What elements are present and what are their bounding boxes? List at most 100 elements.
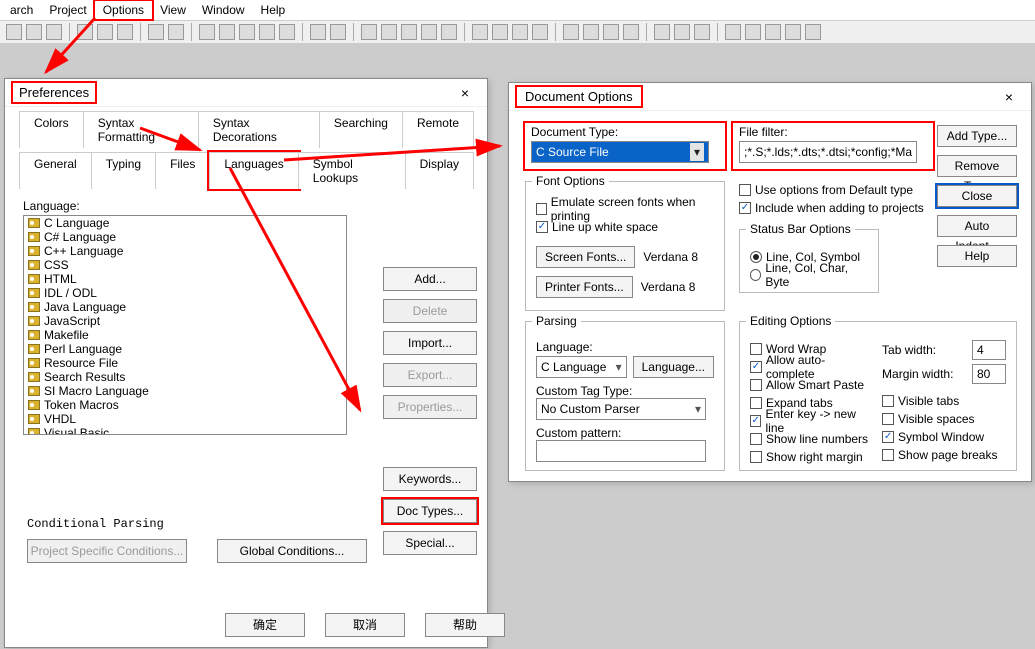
toolbar-icon[interactable] — [441, 24, 457, 40]
parse-language-select[interactable]: C Language — [536, 356, 627, 378]
tab-languages[interactable]: Languages — [209, 152, 298, 189]
special-button[interactable]: Special... — [383, 531, 477, 555]
remove-type-button[interactable]: Remove Type — [937, 155, 1017, 177]
menu-view[interactable]: View — [152, 1, 194, 19]
toolbar-icon[interactable] — [239, 24, 255, 40]
visible-tabs-checkbox[interactable]: Visible tabs — [882, 392, 1006, 410]
add-button[interactable]: Add... — [383, 267, 477, 291]
list-item[interactable]: Search Results — [24, 370, 346, 384]
list-item[interactable]: CSS — [24, 258, 346, 272]
list-item[interactable]: C# Language — [24, 230, 346, 244]
custom-tag-select[interactable]: No Custom Parser — [536, 398, 706, 420]
page-breaks-checkbox[interactable]: Show page breaks — [882, 446, 1006, 464]
keywords-button[interactable]: Keywords... — [383, 467, 477, 491]
list-item[interactable]: Visual Basic — [24, 426, 346, 435]
global-conditions-button[interactable]: Global Conditions... — [217, 539, 367, 563]
menu-project[interactable]: Project — [41, 1, 94, 19]
menu-options[interactable]: Options — [95, 1, 152, 19]
tab-general[interactable]: General — [19, 152, 92, 189]
symbol-window-checkbox[interactable]: ✓Symbol Window — [882, 428, 1006, 446]
list-item[interactable]: JavaScript — [24, 314, 346, 328]
tab-syntax-decorations[interactable]: Syntax Decorations — [198, 111, 320, 148]
toolbar-icon[interactable] — [654, 24, 670, 40]
toolbar-icon[interactable] — [97, 24, 113, 40]
toolbar-icon[interactable] — [279, 24, 295, 40]
toolbar-icon[interactable] — [785, 24, 801, 40]
list-item[interactable]: C Language — [24, 216, 346, 230]
toolbar-icon[interactable] — [805, 24, 821, 40]
toolbar-icon[interactable] — [259, 24, 275, 40]
menu-window[interactable]: Window — [194, 1, 253, 19]
delete-button[interactable]: Delete — [383, 299, 477, 323]
toolbar-icon[interactable] — [168, 24, 184, 40]
list-item[interactable]: SI Macro Language — [24, 384, 346, 398]
toolbar-icon[interactable] — [117, 24, 133, 40]
smartpaste-checkbox[interactable]: Allow Smart Paste — [750, 376, 872, 394]
toolbar-icon[interactable] — [745, 24, 761, 40]
list-item[interactable]: Token Macros — [24, 398, 346, 412]
import-button[interactable]: Import... — [383, 331, 477, 355]
toolbar-icon[interactable] — [694, 24, 710, 40]
doctype-select[interactable]: C Source File ▾ — [531, 141, 709, 163]
file-filter-input[interactable]: ;*.S;*.lds;*.dts;*.dtsi;*config;*Makefil… — [739, 141, 917, 163]
visible-spaces-checkbox[interactable]: Visible spaces — [882, 410, 1006, 428]
tab-width-input[interactable] — [972, 340, 1006, 360]
ok-button[interactable]: 确定 — [225, 613, 305, 637]
toolbar-icon[interactable] — [472, 24, 488, 40]
menu-help[interactable]: Help — [253, 1, 294, 19]
toolbar-icon[interactable] — [765, 24, 781, 40]
toolbar-icon[interactable] — [725, 24, 741, 40]
toolbar-icon[interactable] — [512, 24, 528, 40]
toolbar-icon[interactable] — [381, 24, 397, 40]
list-item[interactable]: IDL / ODL — [24, 286, 346, 300]
tab-searching[interactable]: Searching — [319, 111, 403, 148]
toolbar-icon[interactable] — [563, 24, 579, 40]
toolbar-icon[interactable] — [199, 24, 215, 40]
tab-colors[interactable]: Colors — [19, 111, 84, 148]
help-button[interactable]: 帮助 — [425, 613, 505, 637]
toolbar-icon[interactable] — [674, 24, 690, 40]
toolbar-icon[interactable] — [310, 24, 326, 40]
toolbar-icon[interactable] — [492, 24, 508, 40]
add-type-button[interactable]: Add Type... — [937, 125, 1017, 147]
parse-language-button[interactable]: Language... — [633, 356, 714, 378]
toolbar-icon[interactable] — [46, 24, 62, 40]
list-item[interactable]: Makefile — [24, 328, 346, 342]
list-item[interactable]: VHDL — [24, 412, 346, 426]
cancel-button[interactable]: 取消 — [325, 613, 405, 637]
custom-pattern-input[interactable] — [536, 440, 706, 462]
project-conditions-button[interactable]: Project Specific Conditions... — [27, 539, 187, 563]
toolbar-icon[interactable] — [148, 24, 164, 40]
emulate-fonts-checkbox[interactable]: Emulate screen fonts when printing — [536, 200, 714, 218]
doc-help-button[interactable]: Help — [937, 245, 1017, 267]
menu-search[interactable]: arch — [2, 1, 41, 19]
close-icon[interactable]: × — [995, 89, 1023, 105]
status-radio-2[interactable]: Line, Col, Char, Byte — [750, 266, 868, 284]
rightmargin-checkbox[interactable]: Show right margin — [750, 448, 872, 466]
tab-symbol-lookups[interactable]: Symbol Lookups — [298, 152, 406, 189]
toolbar-icon[interactable] — [361, 24, 377, 40]
list-item[interactable]: Perl Language — [24, 342, 346, 356]
toolbar-icon[interactable] — [219, 24, 235, 40]
tab-display[interactable]: Display — [405, 152, 474, 189]
list-item[interactable]: C++ Language — [24, 244, 346, 258]
close-icon[interactable]: × — [451, 85, 479, 101]
printer-fonts-button[interactable]: Printer Fonts... — [536, 276, 633, 298]
doc-types-button[interactable]: Doc Types... — [383, 499, 477, 523]
toolbar-icon[interactable] — [603, 24, 619, 40]
export-button[interactable]: Export... — [383, 363, 477, 387]
enterkey-checkbox[interactable]: ✓Enter key -> new line — [750, 412, 872, 430]
toolbar-icon[interactable] — [623, 24, 639, 40]
use-default-checkbox[interactable]: Use options from Default type — [739, 181, 924, 199]
close-button[interactable]: Close — [937, 185, 1017, 207]
screen-fonts-button[interactable]: Screen Fonts... — [536, 246, 635, 268]
toolbar-icon[interactable] — [330, 24, 346, 40]
toolbar-icon[interactable] — [401, 24, 417, 40]
language-list[interactable]: C LanguageC# LanguageC++ LanguageCSSHTML… — [23, 215, 347, 435]
auto-indent-button[interactable]: Auto Indent... — [937, 215, 1017, 237]
list-item[interactable]: Resource File — [24, 356, 346, 370]
list-item[interactable]: HTML — [24, 272, 346, 286]
linenumbers-checkbox[interactable]: Show line numbers — [750, 430, 872, 448]
list-item[interactable]: Java Language — [24, 300, 346, 314]
tab-files[interactable]: Files — [155, 152, 210, 189]
